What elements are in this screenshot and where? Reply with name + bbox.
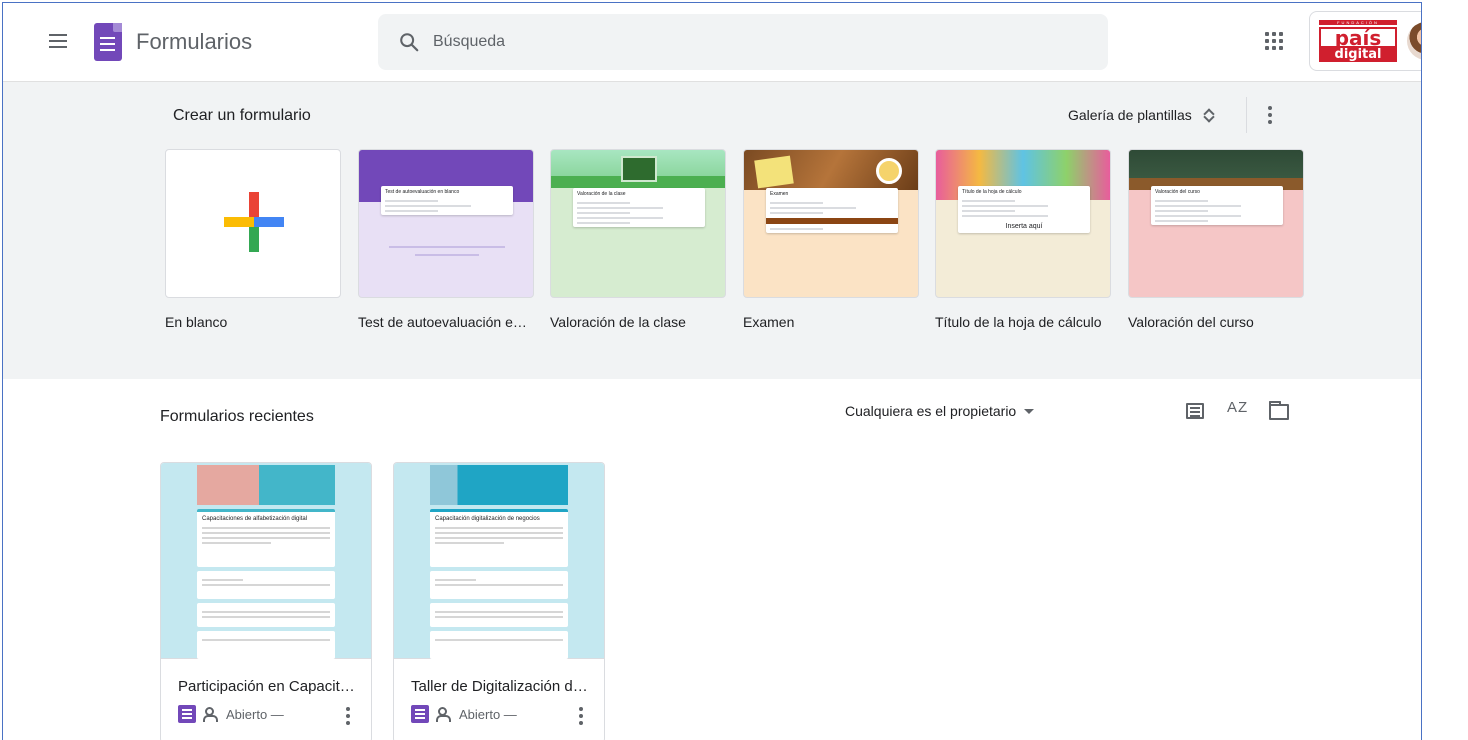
template-thumbnail: Test de autoevaluación en blanco [358,149,534,298]
form-preview: Capacitación digitalización de negocios [394,463,604,659]
form-title: Taller de Digitalización de negocios [411,678,596,695]
search-bar[interactable] [378,14,1108,70]
plus-icon [224,192,284,252]
search-input[interactable] [433,28,1033,56]
form-more-options-icon[interactable] [346,707,350,725]
divider [1246,97,1247,133]
template-label: Test de autoevaluación en blanco [358,314,534,330]
unfold-more-icon [1204,107,1214,123]
form-more-options-icon[interactable] [579,707,583,725]
avatar[interactable] [1407,22,1421,60]
apps-grid-icon[interactable] [1265,32,1283,50]
template-class-evaluation[interactable]: Valoración de la clase Valoración de la … [550,149,726,330]
top-bar: Formularios FUNDACIÓN país digital [3,3,1421,82]
shared-people-icon [435,706,453,722]
form-status: Abierto — [459,706,517,722]
template-gallery: Crear un formulario Galería de plantilla… [3,82,1421,379]
forms-icon [411,705,429,723]
template-label: Valoración de la clase [550,314,686,330]
template-label: Valoración del curso [1128,314,1254,330]
template-label: Título de la hoja de cálculo [935,314,1102,330]
form-status: Abierto — [226,706,284,722]
folder-icon[interactable] [1269,401,1289,420]
forms-logo-icon[interactable] [94,23,122,61]
template-label: Examen [743,314,795,330]
template-spreadsheet[interactable]: Título de la hoja de cálculo Inserta aqu… [935,149,1111,330]
form-preview: Capacitaciones de alfabetización digital [161,463,371,659]
template-thumbnail: Examen [743,149,919,298]
organization-logo: FUNDACIÓN país digital [1319,20,1397,64]
forms-icon [178,705,196,723]
list-view-icon[interactable] [1186,403,1204,419]
main-menu-button[interactable] [47,31,69,53]
template-label: En blanco [165,314,228,330]
template-thumbnail: Valoración del curso [1128,149,1304,298]
recent-forms-heading: Formularios recientes [160,408,314,425]
template-more-options-icon[interactable] [1268,106,1272,124]
template-thumbnail: Valoración de la clase [550,149,726,298]
sort-az-icon[interactable]: AZ [1227,399,1248,416]
app-title[interactable]: Formularios [136,29,252,55]
account-button[interactable]: FUNDACIÓN país digital [1309,11,1421,71]
app-frame: Formularios FUNDACIÓN país digital Crear… [2,2,1422,740]
recent-form-card[interactable]: Capacitaciones de alfabetización digital… [160,462,372,740]
template-thumbnail: Título de la hoja de cálculo Inserta aqu… [935,149,1111,298]
template-gallery-button[interactable]: Galería de plantillas [1068,107,1214,123]
form-title: Participación en Capacitaciones de alfab… [178,678,363,695]
caret-down-icon [1024,408,1035,414]
template-exam[interactable]: Examen Examen [743,149,919,330]
template-blank[interactable]: En blanco [165,149,341,330]
search-icon[interactable] [398,31,420,53]
recent-forms: Formularios recientes Cualquiera es el p… [3,379,1421,740]
recent-form-card[interactable]: Capacitación digitalización de negocios … [393,462,605,740]
create-form-heading: Crear un formulario [173,107,311,124]
template-self-assessment[interactable]: Test de autoevaluación en blanco Test de… [358,149,534,330]
shared-people-icon [202,706,220,722]
template-course-evaluation[interactable]: Valoración del curso Valoración del curs… [1128,149,1304,330]
owner-filter-dropdown[interactable]: Cualquiera es el propietario [845,403,1035,419]
template-thumbnail [165,149,341,298]
